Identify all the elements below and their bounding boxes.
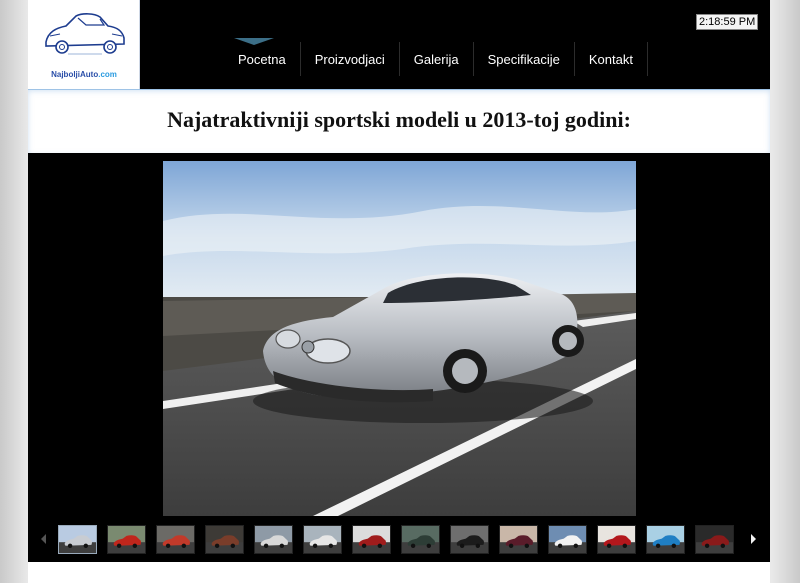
nav-item-pocetna[interactable]: Pocetna	[223, 42, 301, 76]
car-thumbnail-icon	[206, 526, 243, 553]
car-thumbnail-icon	[402, 526, 439, 553]
car-thumbnail-icon	[108, 526, 145, 553]
car-thumbnail-icon	[157, 526, 194, 553]
thumbnail-10[interactable]	[499, 525, 538, 554]
chevron-right-icon[interactable]	[749, 531, 759, 547]
car-thumbnail-icon	[353, 526, 390, 553]
thumbnail-7[interactable]	[352, 525, 391, 554]
nav-item-specifikacije[interactable]: Specifikacije	[474, 42, 575, 76]
site-logo[interactable]: NajboljiAuto.com	[28, 0, 140, 89]
car-thumbnail-icon	[598, 526, 635, 553]
page-container: NajboljiAuto.com Pocetna Proizvodjaci Ga…	[28, 0, 770, 583]
car-thumbnail-icon	[500, 526, 537, 553]
car-thumbnail-icon	[451, 526, 488, 553]
thumbnail-5[interactable]	[254, 525, 293, 554]
car-thumbnail-icon	[304, 526, 341, 553]
thumbnail-8[interactable]	[401, 525, 440, 554]
thumbnail-2[interactable]	[107, 525, 146, 554]
thumbnail-13[interactable]	[646, 525, 685, 554]
thumbnail-6[interactable]	[303, 525, 342, 554]
chevron-left-icon[interactable]	[38, 531, 48, 547]
thumbnail-list	[58, 523, 740, 555]
thumbnail-3[interactable]	[156, 525, 195, 554]
site-header: NajboljiAuto.com Pocetna Proizvodjaci Ga…	[28, 0, 770, 89]
title-band: Najatraktivniji sportski modeli u 2013-t…	[28, 89, 770, 153]
thumbnail-11[interactable]	[548, 525, 587, 554]
nav-item-galerija[interactable]: Galerija	[400, 42, 474, 76]
car-thumbnail-icon	[549, 526, 586, 553]
car-logo-icon	[45, 13, 125, 55]
main-gallery-image[interactable]	[163, 161, 636, 516]
page-title: Najatraktivniji sportski modeli u 2013-t…	[167, 107, 631, 132]
car-thumbnail-icon	[696, 526, 733, 553]
thumbnail-4[interactable]	[205, 525, 244, 554]
nav-item-kontakt[interactable]: Kontakt	[575, 42, 648, 76]
nav-item-proizvodjaci[interactable]: Proizvodjaci	[301, 42, 400, 76]
thumbnail-strip	[28, 523, 770, 555]
image-gallery	[28, 153, 770, 562]
thumbnail-9[interactable]	[450, 525, 489, 554]
footer-band	[28, 562, 770, 583]
thumbnail-14[interactable]	[695, 525, 734, 554]
thumbnail-12[interactable]	[597, 525, 636, 554]
car-thumbnail-icon	[647, 526, 684, 553]
thumbnail-1[interactable]	[58, 525, 97, 554]
car-thumbnail-icon	[255, 526, 292, 553]
car-thumbnail-icon	[59, 526, 96, 553]
main-nav: Pocetna Proizvodjaci Galerija Specifikac…	[223, 42, 648, 76]
clock-display: 2:18:59 PM	[696, 14, 759, 30]
logo-text: NajboljiAuto.com	[51, 70, 117, 79]
